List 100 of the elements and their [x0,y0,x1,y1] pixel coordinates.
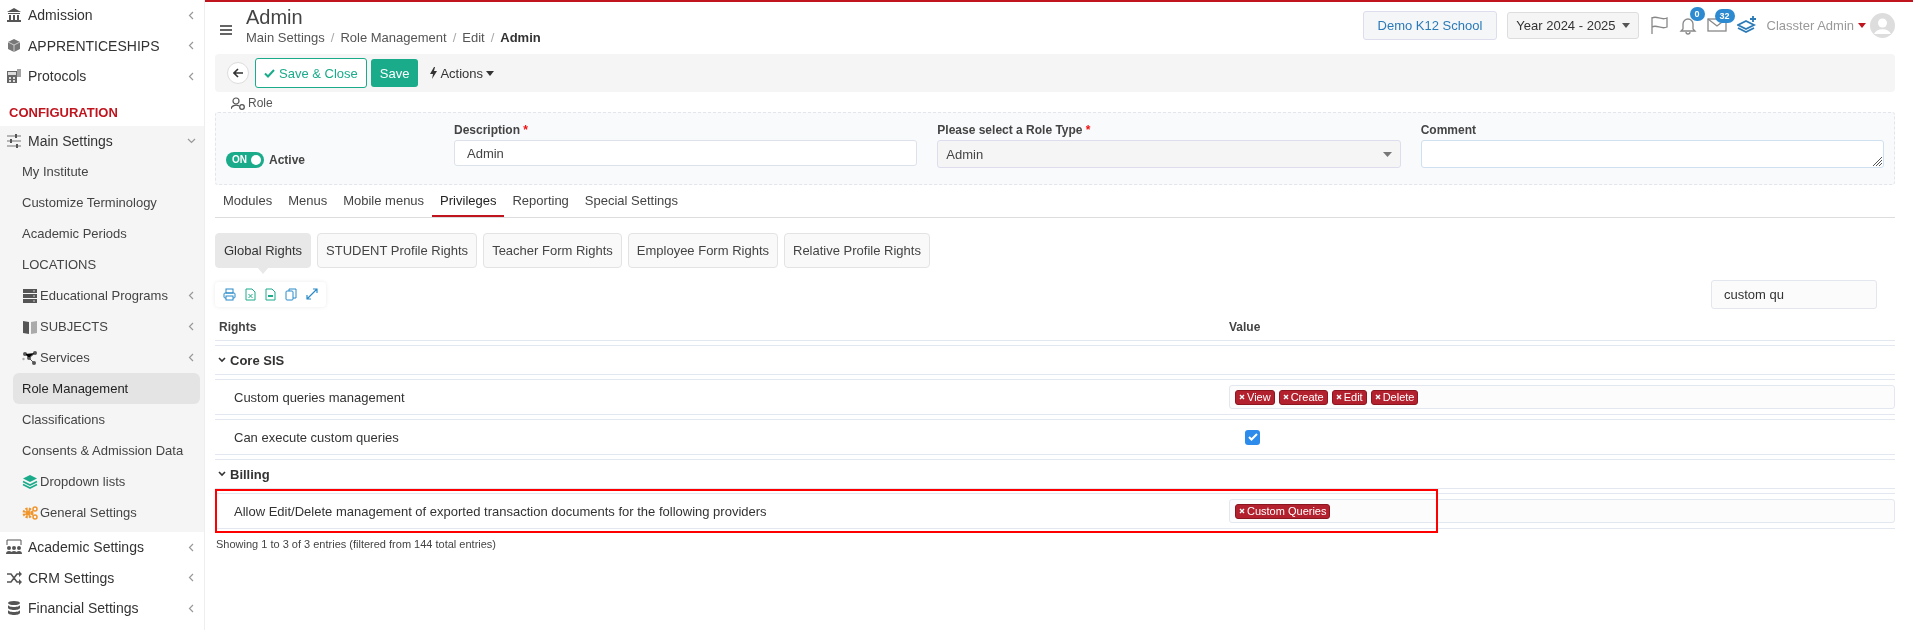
sidebar-item[interactable]: APPRENTICESHIPS [0,30,204,61]
lightning-icon [430,67,438,79]
breadcrumb-separator: / [452,29,457,45]
envelope-icon [1706,17,1727,33]
sidebar-subitem[interactable]: Academic Periods [13,218,200,249]
caret-icon [1382,151,1392,157]
search-field[interactable]: custom qu [1711,280,1877,309]
gear-icon [22,504,38,521]
sidebar-subitem[interactable]: Services [13,342,200,373]
sidebar-subitem[interactable]: Role Management [13,373,200,404]
required-mark: * [523,123,529,137]
sidebar-subitem[interactable]: My Institute [13,156,200,187]
right-label: Can execute custom queries [233,429,399,445]
remove-icon [1282,394,1289,400]
flag-icon [1648,15,1669,35]
subtab[interactable]: Relative Profile Rights [784,233,930,268]
layers-icon [22,473,38,490]
excel-file-icon [245,288,256,301]
book-icon [22,318,38,335]
group-toggle[interactable]: Core SIS [215,352,285,368]
chevron-left-icon [187,71,196,81]
textarea-field[interactable] [1420,140,1884,168]
column-header: Rights [218,319,258,334]
breadcrumb-item[interactable]: Main Settings [246,29,325,45]
subtab[interactable]: Employee Form Rights [627,233,778,268]
field-label: Comment [1420,123,1476,137]
tab[interactable]: Menus [280,186,336,217]
sliders-icon [6,132,22,149]
breadcrumb-separator: / [330,29,335,45]
section-heading: CONFIGURATION [8,104,119,122]
sidebar-subitem[interactable]: Dropdown lists [13,466,200,497]
tab[interactable]: Modules [215,186,281,217]
sidebar-subitem[interactable]: Classifications [13,404,200,435]
sidebar-subitem[interactable]: SUBJECTS [13,311,200,342]
tag-field[interactable]: Custom Queries [1229,499,1895,523]
field-label: Description [454,123,521,137]
sidebar-subitem[interactable]: LOCATIONS [13,249,200,280]
field-label: Please select a Role Type [937,123,1084,137]
subtab[interactable]: STUDENT Profile Rights [317,233,478,268]
sidebar-item[interactable]: Financial Settings [0,593,204,624]
caret-icon [486,70,495,76]
chevron-left-icon [187,542,196,552]
sidebar-subitem[interactable]: Customize Terminology [13,187,200,218]
school-button[interactable]: Demo K12 School [1362,10,1498,40]
tab[interactable]: Privileges [432,186,505,217]
right-label: Allow Edit/Delete management of exported transaction documents for the following providers [233,503,767,519]
sidebar-item[interactable]: Main Settings [0,125,204,156]
sidebar-item[interactable]: Admission [0,0,204,31]
chevron-left-icon [187,573,196,583]
cube-icon [6,37,22,54]
tag-chip[interactable]: View [1235,389,1275,405]
table-info: Showing 1 to 3 of 3 entries (filtered from 144 total entries) [215,538,498,550]
tab[interactable]: Mobile menus [335,186,433,217]
tag-chip[interactable]: Edit [1331,389,1367,405]
chevron-down-icon [218,471,226,477]
select-field[interactable]: Admin [937,140,1401,168]
text-field[interactable]: Admin [454,140,918,166]
checkbox[interactable] [1245,429,1260,445]
sidebar-subitem[interactable]: Consents & Admission Data [13,435,200,466]
right-label: Custom queries management [233,389,405,405]
chevron-left-icon [187,322,196,331]
subtab[interactable]: Teacher Form Rights [483,233,622,268]
server-icon [22,287,38,304]
sidebar-item[interactable]: Protocols [0,61,204,92]
tag-chip[interactable]: Delete [1370,389,1419,405]
bank-icon [6,7,22,24]
chevron-left-icon [187,10,196,20]
sidebar-item[interactable]: CRM Settings [0,562,204,593]
tag-chip[interactable]: Create [1278,389,1328,405]
breadcrumb-item[interactable]: Role Management [340,29,447,45]
check-icon [264,68,275,78]
remove-icon [1239,394,1245,400]
breadcrumb-item[interactable]: Edit [462,29,485,45]
caret-icon [1858,22,1866,28]
tab[interactable]: Special Settings [576,186,687,217]
layers-plus-icon [1736,15,1757,35]
print-icon [223,288,236,301]
sidebar-item[interactable]: Academic Settings [0,532,204,563]
arrow-left-icon [232,68,244,78]
actions-dropdown[interactable]: Actions [422,65,503,81]
chevron-left-icon [187,603,196,613]
group-toggle[interactable]: Billing [215,466,270,482]
sidebar-subitem[interactable]: General Settings [13,497,200,528]
shuffle-icon [6,569,22,586]
sidebar-subitem[interactable]: Educational Programs [13,280,200,311]
required-mark: * [1085,123,1091,137]
tab[interactable]: Reporting [504,186,577,217]
message-badge: 32 [1714,9,1735,23]
column-header: Value [1229,319,1261,334]
tag-field[interactable]: View Create Edit Delete [1229,385,1895,409]
back-button[interactable] [227,62,249,84]
user-gear-icon [231,96,245,110]
remove-icon [1335,394,1342,400]
tag-chip[interactable]: Custom Queries [1235,503,1331,519]
toggle-label: Active [269,152,306,167]
menu-icon [220,25,232,35]
year-dropdown[interactable]: Year 2024 - 2025 [1507,11,1639,39]
notification-badge: 0 [1689,7,1705,21]
bell-icon [1678,15,1697,35]
avatar-icon [1870,12,1895,38]
